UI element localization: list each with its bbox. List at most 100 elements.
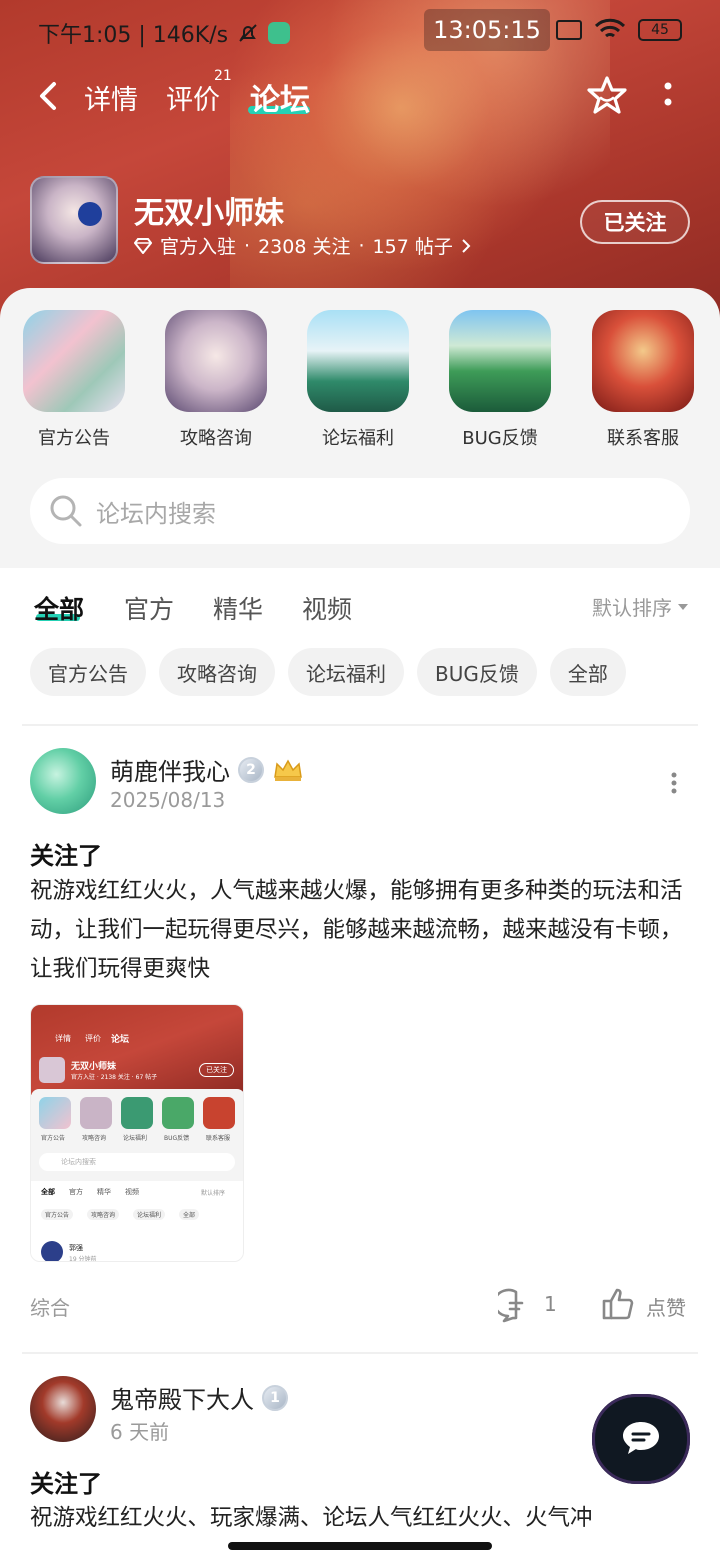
thumb-tab: 论坛	[111, 1035, 130, 1045]
reviews-count-badge: 21	[214, 68, 232, 84]
thumb-tab: 官方	[69, 1188, 83, 1196]
forum-header: 无双小师妹 官方入驻 · 2308 关注 · 157 帖子 已关注	[0, 176, 720, 272]
thumbs-up-icon[interactable]	[600, 1286, 636, 1322]
divider	[22, 1352, 698, 1354]
status-bar: 下午1:05 | 146K/s 13:05:15 45	[0, 0, 720, 62]
meta-separator: ·	[358, 234, 365, 257]
post-author[interactable]: 萌鹿伴我心 2	[110, 752, 304, 787]
post-body: 祝游戏红红火火、玩家爆满、论坛人气红红火火、火气冲	[30, 1505, 593, 1531]
tab-featured[interactable]: 精华	[213, 590, 263, 626]
bug-art	[449, 310, 551, 412]
sort-label: 默认排序	[592, 596, 672, 620]
forum-name: 无双小师妹	[134, 196, 284, 231]
thumb-tab: 评价	[85, 1034, 101, 1043]
post-date: 2025/08/13	[110, 788, 226, 812]
forum-avatar	[30, 176, 118, 264]
thumb-user-avatar	[41, 1241, 63, 1261]
thumb-sort: 默认排序	[201, 1190, 226, 1197]
status-left: 下午1:05 | 146K/s	[38, 17, 291, 49]
author-name: 鬼帝殿下大人	[110, 1386, 254, 1414]
post-image[interactable]: 详情 评价 论坛 无双小师妹 官方入驻 · 2138 关注 · 67 帖子 已关…	[30, 1004, 244, 1262]
mute-bell-icon	[239, 24, 257, 42]
battery-icon: 45	[638, 19, 682, 41]
shortcut-welfare[interactable]: 论坛福利	[288, 310, 428, 450]
shortcut-row: 官方公告 攻略咨询 论坛福利 BUG反馈 联系客服	[0, 310, 720, 450]
like-button-label[interactable]: 点赞	[646, 1292, 686, 1321]
level-badge: 2	[238, 756, 264, 783]
author-name: 萌鹿伴我心	[110, 758, 230, 786]
tab-video[interactable]: 视频	[302, 590, 352, 626]
thumb-shortcut	[203, 1097, 235, 1129]
shortcut-label: 论坛福利	[322, 428, 394, 449]
shield-icon	[268, 22, 291, 44]
wifi-icon	[594, 18, 626, 38]
post-count: 157 帖子	[372, 236, 453, 258]
category-chips: 官方公告 攻略咨询 论坛福利 BUG反馈 全部	[30, 648, 626, 696]
verified-label: 官方入驻	[160, 236, 237, 258]
post-title: 关注了	[30, 842, 102, 870]
tab-all[interactable]: 全部	[34, 590, 84, 626]
follow-button[interactable]: 已关注	[580, 200, 690, 244]
thumb-chip: 攻略咨询	[87, 1209, 120, 1220]
avatar[interactable]	[30, 1376, 96, 1442]
status-right: 45	[556, 18, 682, 42]
chip-welfare[interactable]: 论坛福利	[288, 648, 404, 696]
status-network-text: 下午1:05 | 146K/s	[38, 23, 229, 48]
thumb-shortcut	[39, 1097, 71, 1129]
shortcut-announcement[interactable]: 官方公告	[4, 310, 144, 450]
chat-bubble-icon	[623, 1422, 659, 1454]
shortcut-service[interactable]: 联系客服	[573, 310, 713, 450]
tab-reviews[interactable]: 评价	[166, 78, 220, 117]
crown-icon	[274, 758, 302, 781]
chip-announcement[interactable]: 官方公告	[30, 648, 146, 696]
diamond-icon	[134, 237, 152, 254]
thumb-meta: 官方入驻 · 2138 关注 · 67 帖子	[71, 1074, 158, 1081]
chip-all[interactable]: 全部	[549, 648, 626, 696]
thumb-tab: 精华	[97, 1188, 111, 1196]
thumb-shortcut	[121, 1097, 153, 1129]
post-category[interactable]: 综合	[30, 1292, 70, 1321]
chat-float-button[interactable]	[592, 1394, 690, 1484]
service-art	[592, 310, 694, 412]
post-body: 祝游戏红红火火，人气越来越火爆，能够拥有更多种类的玩法和活动，让我们一起玩得更尽…	[30, 878, 683, 982]
post-title: 关注了	[30, 1470, 102, 1498]
chip-bug[interactable]: BUG反馈	[417, 648, 537, 696]
shortcut-label: BUG反馈	[462, 428, 538, 449]
thumb-shortcut	[80, 1097, 112, 1129]
thumb-shortcut-label: 攻略咨询	[82, 1135, 107, 1142]
tab-details[interactable]: 详情	[84, 78, 138, 117]
thumb-chip: 官方公告	[41, 1209, 74, 1220]
more-menu-icon[interactable]	[662, 80, 674, 110]
chip-guide[interactable]: 攻略咨询	[159, 648, 275, 696]
announcement-art	[23, 310, 125, 412]
post-date: 6 天前	[110, 1420, 170, 1444]
search-input[interactable]: 论坛内搜索	[30, 478, 690, 544]
tab-forum[interactable]: 论坛	[250, 75, 310, 119]
comment-count: 1	[544, 1292, 557, 1316]
shortcut-label: 官方公告	[38, 428, 110, 449]
welfare-art	[307, 310, 409, 412]
shortcut-label: 攻略咨询	[180, 428, 252, 449]
level-badge: 1	[262, 1384, 288, 1411]
avatar[interactable]	[30, 748, 96, 814]
thumb-tab: 视频	[125, 1188, 139, 1196]
thumb-shortcut-label: BUG反馈	[164, 1135, 190, 1142]
sort-dropdown[interactable]: 默认排序	[592, 592, 688, 621]
thumb-user: 郭强	[69, 1244, 83, 1252]
shortcut-label: 联系客服	[607, 428, 679, 449]
favorite-star-icon[interactable]	[586, 74, 628, 116]
thumb-shortcut-label: 论坛福利	[123, 1135, 148, 1142]
home-indicator[interactable]	[228, 1542, 492, 1550]
shortcut-bug[interactable]: BUG反馈	[430, 310, 570, 450]
forum-meta[interactable]: 官方入驻 · 2308 关注 · 157 帖子	[134, 232, 471, 259]
back-arrow-icon[interactable]	[34, 78, 64, 114]
post-more-icon[interactable]	[670, 772, 678, 794]
search-placeholder: 论坛内搜索	[96, 499, 216, 528]
comment-icon[interactable]	[498, 1288, 534, 1324]
caret-down-icon	[678, 603, 688, 610]
tab-official[interactable]: 官方	[124, 590, 174, 626]
post-author[interactable]: 鬼帝殿下大人 1	[110, 1380, 288, 1415]
sim-disabled-icon	[556, 20, 582, 40]
shortcut-guide[interactable]: 攻略咨询	[146, 310, 286, 450]
thumb-avatar	[39, 1057, 65, 1083]
